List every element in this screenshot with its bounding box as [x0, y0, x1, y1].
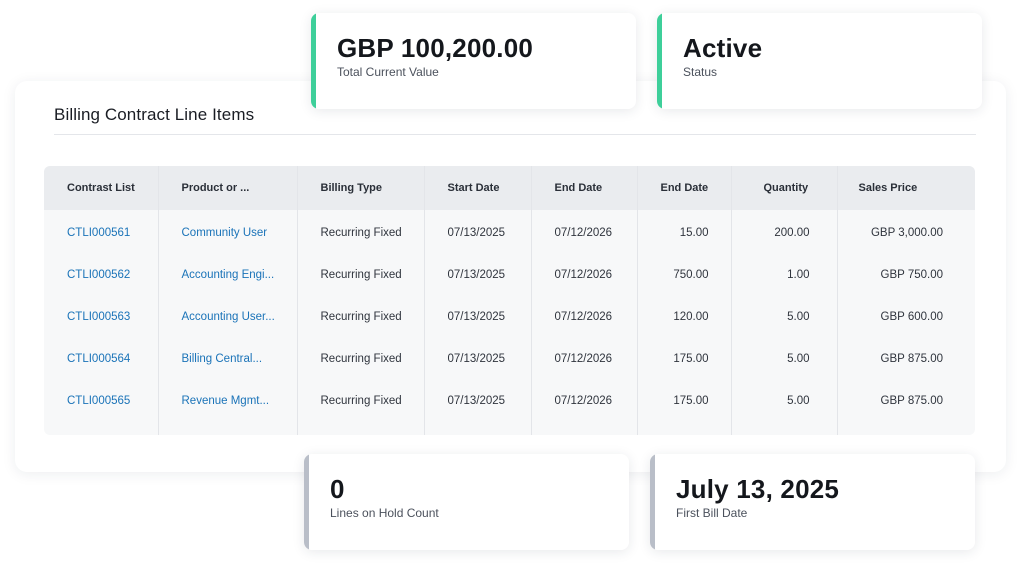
- product-link[interactable]: Accounting Engi...: [182, 269, 275, 281]
- billing-type-cell: Recurring Fixed: [297, 338, 425, 380]
- column-header-billing-type[interactable]: Billing Type: [297, 166, 425, 210]
- billing-contract-line-items-panel: Billing Contract Line Items Contrast Lis…: [15, 81, 1006, 472]
- product-link[interactable]: Community User: [182, 227, 268, 239]
- panel-divider: [54, 134, 976, 135]
- panel-title: Billing Contract Line Items: [54, 105, 255, 124]
- lines-on-hold-card: 0 Lines on Hold Count: [304, 454, 629, 550]
- product-link[interactable]: Billing Central...: [182, 353, 263, 365]
- quantity-cell: 5.00: [731, 296, 838, 338]
- column-header-end-date-2[interactable]: End Date: [637, 166, 732, 210]
- quantity-cell: 200.00: [731, 210, 838, 254]
- billing-type-cell: Recurring Fixed: [297, 210, 425, 254]
- first-bill-date-value: July 13, 2025: [676, 474, 840, 504]
- start-date-cell: 07/13/2025: [424, 380, 532, 422]
- first-bill-date-label: First Bill Date: [676, 506, 748, 520]
- end-date-cell: 07/12/2026: [531, 296, 638, 338]
- product-link[interactable]: Accounting User...: [182, 311, 275, 323]
- contract-line-link[interactable]: CTLI000562: [67, 269, 130, 281]
- table-row: CTLI000564 Billing Central... Recurring …: [44, 338, 975, 380]
- sales-price-cell: GBP 875.00: [880, 353, 943, 365]
- table-header-row: Contrast List Product or ... Billing Typ…: [44, 166, 975, 210]
- end-date-cell: 07/12/2026: [531, 254, 638, 296]
- end-date-2-cell: 750.00: [637, 254, 732, 296]
- end-date-2-cell: 175.00: [637, 338, 732, 380]
- end-date-2-cell: 175.00: [637, 380, 732, 422]
- sales-price-cell: GBP 750.00: [880, 269, 943, 281]
- end-date-cell: 07/12/2026: [531, 210, 638, 254]
- lines-on-hold-label: Lines on Hold Count: [330, 506, 439, 520]
- product-link[interactable]: Revenue Mgmt...: [182, 395, 270, 407]
- billing-type-cell: Recurring Fixed: [297, 380, 425, 422]
- quantity-cell: 5.00: [731, 338, 838, 380]
- total-current-value: GBP 100,200.00: [337, 33, 534, 63]
- column-header-quantity[interactable]: Quantity: [731, 166, 838, 210]
- sales-price-cell: GBP 875.00: [880, 395, 943, 407]
- start-date-cell: 07/13/2025: [424, 210, 532, 254]
- quantity-cell: 5.00: [731, 380, 838, 422]
- sales-price-cell: GBP 3,000.00: [870, 227, 943, 239]
- start-date-cell: 07/13/2025: [424, 254, 532, 296]
- column-header-start-date[interactable]: Start Date: [424, 166, 532, 210]
- card-accent-bar: [311, 13, 316, 109]
- end-date-cell: 07/12/2026: [531, 338, 638, 380]
- column-header-product[interactable]: Product or ...: [158, 166, 298, 210]
- card-accent-bar: [657, 13, 662, 109]
- quantity-cell: 1.00: [731, 254, 838, 296]
- status-label: Status: [683, 65, 718, 79]
- billing-type-cell: Recurring Fixed: [297, 296, 425, 338]
- column-header-contrast-list[interactable]: Contrast List: [44, 166, 159, 210]
- table-row: CTLI000561 Community User Recurring Fixe…: [44, 210, 975, 254]
- contract-line-link[interactable]: CTLI000563: [67, 311, 130, 323]
- column-header-sales-price[interactable]: Sales Price: [837, 166, 975, 210]
- table-row: CTLI000562 Accounting Engi... Recurring …: [44, 254, 975, 296]
- card-accent-bar: [304, 454, 309, 550]
- first-bill-date-card: July 13, 2025 First Bill Date: [650, 454, 975, 550]
- table-spacer-row: [44, 422, 975, 435]
- sales-price-cell: GBP 600.00: [880, 311, 943, 323]
- table-row: CTLI000565 Revenue Mgmt... Recurring Fix…: [44, 380, 975, 422]
- line-items-table: Contrast List Product or ... Billing Typ…: [44, 166, 975, 435]
- lines-on-hold-value: 0: [330, 474, 345, 504]
- end-date-2-cell: 15.00: [637, 210, 732, 254]
- status-card: Active Status: [657, 13, 982, 109]
- end-date-2-cell: 120.00: [637, 296, 732, 338]
- total-current-value-card: GBP 100,200.00 Total Current Value: [311, 13, 636, 109]
- table-row: CTLI000563 Accounting User... Recurring …: [44, 296, 975, 338]
- column-header-end-date[interactable]: End Date: [531, 166, 638, 210]
- contract-line-link[interactable]: CTLI000565: [67, 395, 130, 407]
- contract-line-link[interactable]: CTLI000564: [67, 353, 130, 365]
- start-date-cell: 07/13/2025: [424, 296, 532, 338]
- contract-line-link[interactable]: CTLI000561: [67, 227, 130, 239]
- card-accent-bar: [650, 454, 655, 550]
- total-current-value-label: Total Current Value: [337, 65, 439, 79]
- end-date-cell: 07/12/2026: [531, 380, 638, 422]
- billing-type-cell: Recurring Fixed: [297, 254, 425, 296]
- status-value: Active: [683, 33, 763, 63]
- start-date-cell: 07/13/2025: [424, 338, 532, 380]
